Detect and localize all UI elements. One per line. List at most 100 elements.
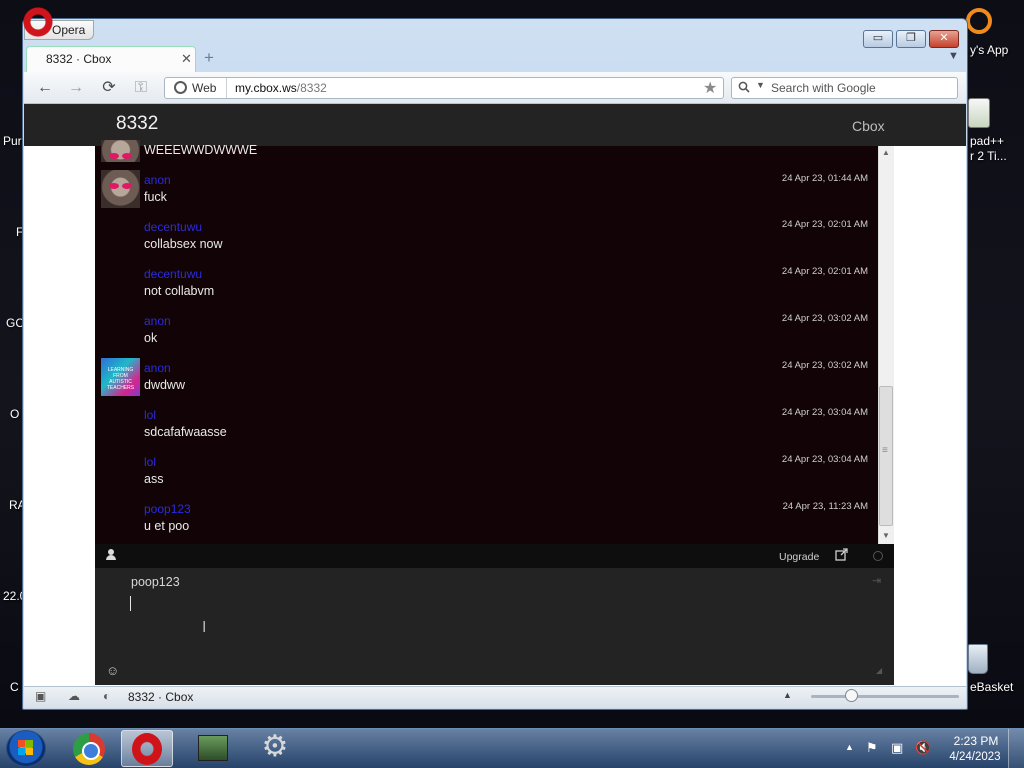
network-icon[interactable]: ▣ xyxy=(891,740,903,756)
message-text: not collabvm xyxy=(144,284,215,298)
compose-area[interactable] xyxy=(95,568,894,685)
cat-avatar xyxy=(101,140,140,162)
zoom-slider[interactable] xyxy=(811,695,959,698)
text-caret xyxy=(130,596,131,611)
message-timestamp: 24 Apr 23, 01:44 AM xyxy=(781,173,868,184)
message-username[interactable]: decentuwu xyxy=(144,267,202,281)
globe-icon xyxy=(174,81,187,94)
desktop-icon-label[interactable]: O xyxy=(10,407,19,421)
forward-button[interactable]: → xyxy=(66,78,86,98)
emoji-icon[interactable]: ☺ xyxy=(106,663,119,678)
clock-time[interactable]: 2:23 PM xyxy=(948,734,1004,748)
zoom-slider-knob[interactable] xyxy=(845,689,858,702)
cloud-icon[interactable]: ☁ xyxy=(68,689,80,703)
notepad-plus-icon[interactable] xyxy=(968,98,990,128)
message-username[interactable]: anon xyxy=(144,173,171,187)
compose-username[interactable]: poop123 xyxy=(131,575,180,589)
url-path: /8332 xyxy=(296,81,327,95)
new-tab-button[interactable]: + xyxy=(204,48,214,68)
message-text: dwdww xyxy=(144,378,185,392)
message-text: ok xyxy=(144,331,158,345)
scroll-down-arrow-icon[interactable]: ▼ xyxy=(882,531,890,540)
message-text: u et poo xyxy=(144,519,190,533)
tab-title: 8332 · Cbox xyxy=(46,52,112,66)
ibeam-cursor-icon: I xyxy=(202,619,207,636)
site-info-label[interactable]: Web xyxy=(192,81,216,95)
message-timestamp: 24 Apr 23, 03:04 AM xyxy=(781,407,868,418)
terminal-icon xyxy=(198,735,228,761)
message-text: sdcafafwaasse xyxy=(144,425,227,439)
search-placeholder: Search with Google xyxy=(771,81,876,95)
opera-icon xyxy=(132,733,162,765)
tab-close-icon[interactable]: ✕ xyxy=(181,51,192,67)
address-divider xyxy=(226,78,227,98)
desktop-icon-label[interactable]: pad++ xyxy=(970,134,1004,148)
url-host: my.cbox.ws xyxy=(235,81,297,95)
opera-logo-icon xyxy=(22,6,54,38)
login-icon[interactable]: ⇥ xyxy=(872,574,881,587)
room-title: 8332 xyxy=(116,113,159,134)
recycle-bin-icon[interactable] xyxy=(968,644,988,674)
message-username[interactable]: poop123 xyxy=(144,502,191,516)
desktop-icon-label[interactable]: C xyxy=(10,680,19,694)
message-timestamp: 24 Apr 23, 11:23 AM xyxy=(782,501,868,512)
volume-muted-icon[interactable]: 🔇 xyxy=(915,740,931,756)
speed-dial-icon[interactable]: ◐ xyxy=(103,689,110,703)
scroll-up-arrow-icon[interactable]: ▲ xyxy=(882,148,890,157)
message-username[interactable]: lol xyxy=(144,408,156,422)
user-icon[interactable] xyxy=(106,549,116,561)
cbox-brand-link[interactable]: Cbox xyxy=(852,118,885,134)
message-username[interactable]: decentuwu xyxy=(144,220,202,234)
desktop-icon-label[interactable]: Pur xyxy=(3,134,22,148)
key-icon[interactable]: ⚿ xyxy=(131,78,151,98)
url-text[interactable]: my.cbox.ws/8332 xyxy=(235,81,327,95)
maximize-button[interactable]: ❐ xyxy=(896,30,926,48)
scrollbar-thumb[interactable] xyxy=(879,386,893,526)
search-engine-dropdown-icon[interactable]: ▼ xyxy=(756,80,765,90)
message-username[interactable]: lol xyxy=(144,455,156,469)
chrome-icon xyxy=(73,733,105,765)
search-icon xyxy=(738,81,750,96)
message-text: WEEEWWDWWWE xyxy=(144,143,258,157)
message-list[interactable] xyxy=(95,146,878,544)
windows-logo-icon xyxy=(18,740,34,756)
opera-menu-label: Opera xyxy=(52,23,86,37)
gear-icon: ⚙ xyxy=(261,730,289,763)
cat-avatar xyxy=(101,170,140,208)
message-timestamp: 24 Apr 23, 02:01 AM xyxy=(781,266,868,277)
app-ring-icon[interactable] xyxy=(966,8,992,34)
minimize-button[interactable]: ▭ xyxy=(863,30,893,48)
desktop-icon-label[interactable]: y's App xyxy=(970,43,1008,57)
desktop-icon-label[interactable]: eBasket xyxy=(970,680,1013,694)
message-username[interactable]: anon xyxy=(144,361,171,375)
status-page-title: 8332 · Cbox xyxy=(128,690,194,704)
message-timestamp: 24 Apr 23, 03:02 AM xyxy=(781,313,868,324)
bookmark-star-icon[interactable]: ★ xyxy=(703,78,717,98)
message-text: collabsex now xyxy=(144,237,223,251)
status-up-arrow-icon[interactable]: ▲ xyxy=(783,690,792,700)
close-window-button[interactable]: ✕ xyxy=(929,30,959,48)
message-timestamp: 24 Apr 23, 02:01 AM xyxy=(781,219,868,230)
status-circle-icon[interactable] xyxy=(873,551,883,561)
desktop-icon-label[interactable]: r 2 Ti... xyxy=(970,149,1007,163)
back-button[interactable]: ← xyxy=(35,78,55,98)
tab-menu-chevron-icon[interactable]: ▼ xyxy=(948,50,959,62)
resize-handle-icon[interactable]: ◢ xyxy=(876,666,882,675)
show-desktop-button[interactable] xyxy=(1008,729,1024,768)
scrollbar-grip-icon: ≡ xyxy=(882,445,888,456)
cbox-header xyxy=(24,104,966,146)
message-text: ass xyxy=(144,472,164,486)
colorful-avatar: LEARNING FROM AUTISTIC TEACHERS xyxy=(101,358,140,396)
message-timestamp: 24 Apr 23, 03:02 AM xyxy=(781,360,868,371)
message-username[interactable]: anon xyxy=(144,314,171,328)
reload-button[interactable]: ⟳ xyxy=(99,78,119,98)
clock-date[interactable]: 4/24/2023 xyxy=(944,751,1006,763)
panel-toggle-icon[interactable]: ▣ xyxy=(35,689,46,703)
upgrade-link[interactable]: Upgrade xyxy=(779,551,819,563)
cbox-action-bar xyxy=(95,544,894,568)
action-center-flag-icon[interactable]: ⚑ xyxy=(866,740,878,756)
message-text: fuck xyxy=(144,190,167,204)
tray-expand-icon[interactable]: ▲ xyxy=(845,742,854,752)
message-timestamp: 24 Apr 23, 03:04 AM xyxy=(781,454,868,465)
popout-icon[interactable] xyxy=(835,548,848,564)
